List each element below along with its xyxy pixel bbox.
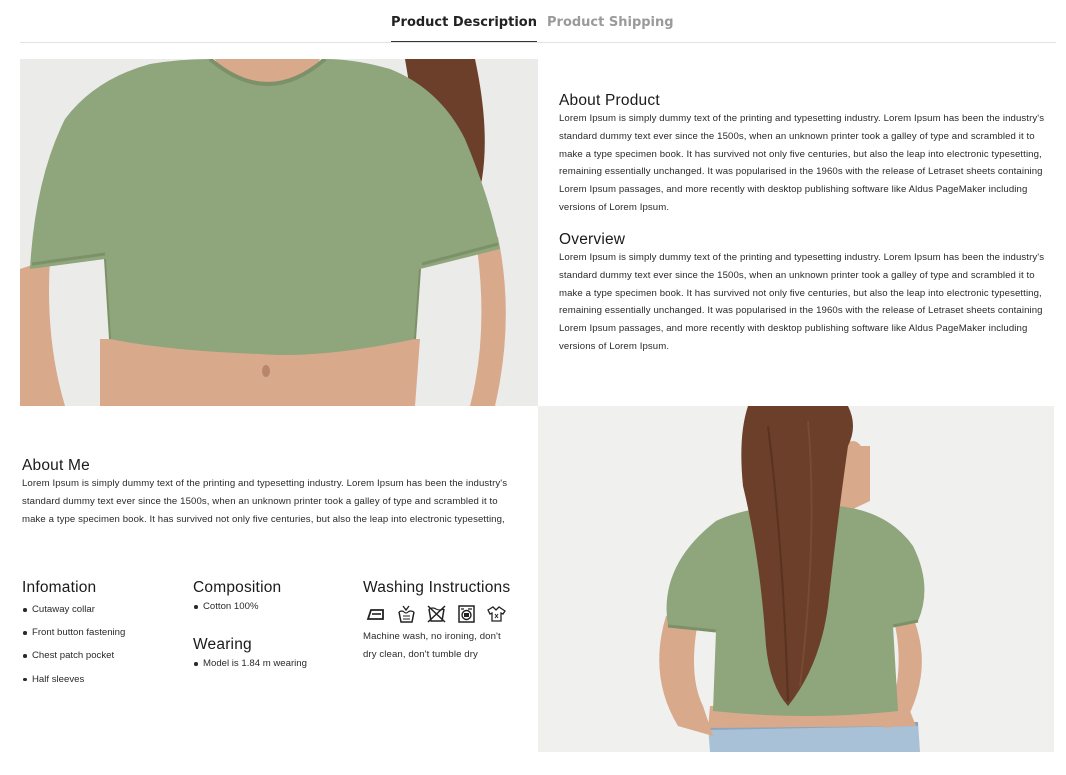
washing-text: Machine wash, no ironing, don't dry clea… <box>363 631 501 660</box>
overview-title: Overview <box>559 231 626 248</box>
product-image-back <box>538 406 1054 752</box>
list-item: Chest patch pocket <box>22 644 182 667</box>
list-item: Front button fastening <box>22 621 182 644</box>
information-title: Infomation <box>22 579 97 596</box>
no-dry-clean-icon <box>426 604 447 624</box>
composition-list: Cotton 100% <box>193 598 353 616</box>
washing-section: Washing Instructions Machine wash, no ir… <box>363 579 528 664</box>
about-product-title: About Product <box>559 92 660 109</box>
composition-section: Composition Cotton 100% <box>193 579 353 616</box>
overview-section: Overview Lorem Ipsum is simply dummy tex… <box>559 231 1054 356</box>
overview-body: Lorem Ipsum is simply dummy text of the … <box>559 252 1045 352</box>
no-ironing-icon <box>366 604 387 624</box>
wearing-section: Wearing Model is 1.84 m wearing <box>193 636 353 673</box>
no-tumble-dry-icon <box>456 604 477 624</box>
washing-title: Washing Instructions <box>363 579 511 596</box>
tab-product-description[interactable]: Product Description <box>391 15 537 42</box>
composition-title: Composition <box>193 579 282 596</box>
product-tabs: Product Description Product Shipping <box>20 0 1056 43</box>
about-me-title: About Me <box>22 457 90 474</box>
list-item: Cutaway collar <box>22 598 182 621</box>
information-section: Infomation Cutaway collar Front button f… <box>22 579 182 691</box>
hand-wash-icon <box>396 604 417 624</box>
list-item: Half sleeves <box>22 668 182 691</box>
list-item: Cotton 100% <box>193 598 353 616</box>
machine-wash-icon <box>486 604 507 624</box>
product-image-front <box>20 59 538 406</box>
list-item: Model is 1.84 m wearing <box>193 655 353 673</box>
about-me-body: Lorem Ipsum is simply dummy text of the … <box>22 478 508 525</box>
about-me-section: About Me Lorem Ipsum is simply dummy tex… <box>22 457 517 528</box>
information-list: Cutaway collar Front button fastening Ch… <box>22 598 182 691</box>
about-product-section: About Product Lorem Ipsum is simply dumm… <box>559 92 1054 217</box>
wearing-title: Wearing <box>193 636 252 653</box>
tab-product-shipping[interactable]: Product Shipping <box>547 15 674 30</box>
about-product-body: Lorem Ipsum is simply dummy text of the … <box>559 113 1045 213</box>
washing-icons <box>366 604 528 624</box>
wearing-list: Model is 1.84 m wearing <box>193 655 353 673</box>
